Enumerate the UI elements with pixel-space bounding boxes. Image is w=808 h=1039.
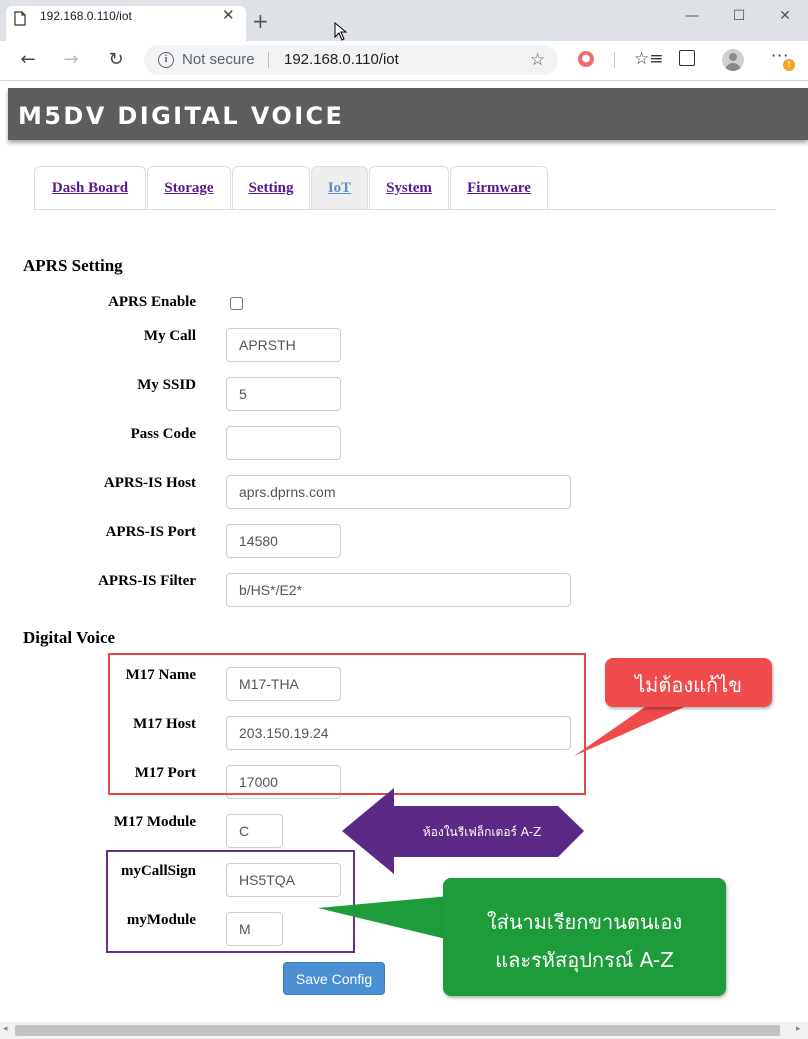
green-callout-line1: ใส่นามเรียกขานตนเอง	[486, 910, 683, 934]
red-callout-text: ไม่ต้องแก้ไข	[635, 673, 742, 697]
scroll-left-icon[interactable]: ◂	[3, 1024, 8, 1034]
red-callout-pointer	[574, 700, 700, 756]
scrollbar-thumb[interactable]	[15, 1025, 780, 1036]
green-callout-pointer	[318, 896, 450, 940]
purple-arrow-text: ห้องในรีเฟล็กเตอร์ A-Z	[422, 825, 542, 839]
green-callout-line2: และรหัสอุปกรณ์ A-Z	[495, 948, 674, 972]
scroll-right-icon[interactable]: ▸	[796, 1024, 801, 1034]
